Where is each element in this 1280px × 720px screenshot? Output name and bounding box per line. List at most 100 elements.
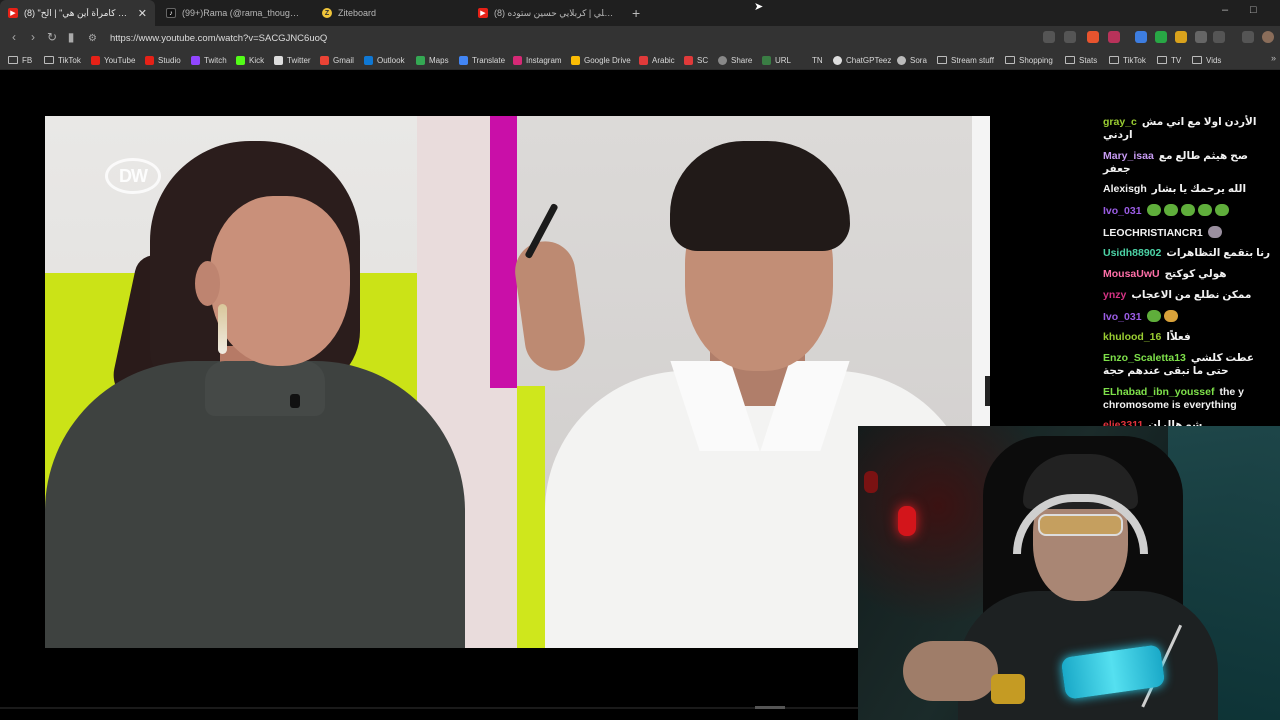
- extension-icon[interactable]: [1175, 31, 1187, 43]
- sc-icon: [684, 55, 693, 65]
- tab-title: Ziteboard: [338, 8, 377, 18]
- bookmark-tiktok[interactable]: TikTok: [44, 53, 81, 67]
- folder-icon: [1192, 56, 1202, 64]
- chat-message: ynzy ممكن نطلع من الاعجاب: [1103, 289, 1273, 302]
- youtube-icon: ▶: [8, 8, 18, 18]
- media-icon[interactable]: [1242, 31, 1254, 43]
- youtube-icon: [91, 55, 100, 65]
- tab-ziteboard[interactable]: Z Ziteboard: [314, 0, 464, 26]
- reload-icon[interactable]: ↻: [44, 30, 60, 44]
- bookmark-stats[interactable]: Stats: [1065, 53, 1097, 67]
- bookmark-label: ChatGPTeez: [846, 55, 892, 65]
- brave-shield-icon[interactable]: [1087, 31, 1099, 43]
- bookmark-label: URL: [775, 55, 792, 65]
- dw-logo: DW: [105, 158, 161, 194]
- progress-marker[interactable]: [755, 706, 785, 709]
- chat-message: Mary_isaa صح هيثم طالع مع جعفر: [1103, 150, 1273, 176]
- forward-icon[interactable]: ›: [25, 30, 41, 44]
- bookmark-tn[interactable]: TN: [812, 53, 823, 67]
- progress-track[interactable]: [0, 707, 858, 709]
- bookmark-vids[interactable]: Vids: [1192, 53, 1221, 67]
- bookmark-google-drive[interactable]: Google Drive: [571, 53, 631, 67]
- bookmark-twitter[interactable]: Twitter: [274, 53, 311, 67]
- chat-text: الله يرحمك يا بشار: [1151, 183, 1247, 196]
- share-icon[interactable]: [1064, 31, 1076, 43]
- bookmark-label: Kick: [249, 55, 265, 65]
- kick-icon: [236, 55, 245, 65]
- video-player[interactable]: DW: [45, 116, 990, 648]
- chat-username: Ivo_031: [1103, 310, 1142, 323]
- chat-username: Ivo_031: [1103, 205, 1142, 218]
- extension-icon[interactable]: [1135, 31, 1147, 43]
- bookmark-icon[interactable]: ▮: [63, 30, 79, 44]
- bookmark-twitch[interactable]: Twitch: [191, 53, 227, 67]
- maximize-button[interactable]: □: [1250, 4, 1257, 16]
- emote-icon: [1197, 204, 1212, 217]
- presenter-woman-ear: [195, 261, 220, 306]
- presenter-woman-face: [210, 196, 350, 366]
- bookmark-fb[interactable]: FB: [8, 53, 32, 67]
- chat-username: Usidh88902: [1103, 247, 1162, 260]
- folder-icon: [44, 56, 54, 64]
- bookmark-instagram[interactable]: Instagram: [513, 53, 562, 67]
- folder-icon: [1109, 56, 1119, 64]
- bookmark-tv[interactable]: TV: [1157, 53, 1181, 67]
- emote-icon: [1146, 309, 1161, 322]
- youtube-studio-icon: [145, 55, 154, 65]
- translate-icon: [459, 55, 468, 65]
- bookmark-maps[interactable]: Maps: [416, 53, 449, 67]
- ziteboard-icon: Z: [322, 8, 332, 18]
- bookmark-outlook[interactable]: Outlook: [364, 53, 405, 67]
- chat-message: Usidh88902 رنا بتقمع التظاهرات: [1103, 247, 1273, 260]
- bookmark-label: Stream stuff: [951, 55, 994, 65]
- url-icon: [762, 55, 771, 65]
- bookmark-tiktok-folder[interactable]: TikTok: [1109, 53, 1146, 67]
- tab-tiktok[interactable]: ♪ (99+)Rama (@rama_thoughts) | TikTo...: [158, 0, 308, 26]
- tab-youtube-current[interactable]: ▶ (8) "حقوقي كامرأة أين هي" | الح... ✕: [0, 0, 155, 26]
- bookmark-label: Sora: [910, 55, 927, 65]
- extension-icon[interactable]: [1155, 31, 1167, 43]
- address-bar[interactable]: ⚙ https://www.youtube.com/watch?v=SACGJN…: [88, 29, 1028, 47]
- sora-icon: [897, 55, 906, 65]
- more-bookmarks-icon[interactable]: »: [1271, 53, 1276, 63]
- bookmark-sora[interactable]: Sora: [897, 53, 927, 67]
- presenter-woman-collar: [205, 361, 325, 416]
- minimize-button[interactable]: –: [1222, 4, 1228, 16]
- tiktok-icon: ♪: [166, 8, 176, 18]
- chat-text: فعلاًا: [1166, 331, 1191, 344]
- maps-icon: [416, 55, 425, 65]
- sidebar-icon[interactable]: [1213, 31, 1225, 43]
- chat-text: ممكن نطلع من الاعجاب: [1131, 288, 1252, 301]
- profile-avatar[interactable]: [1262, 31, 1274, 43]
- studio-edge-mark: [985, 376, 990, 406]
- bookmarks-bar: FB TikTok YouTube Studio Twitch Kick Twi…: [0, 50, 1280, 70]
- back-icon[interactable]: ‹: [6, 30, 22, 44]
- glasses-icon: [1038, 514, 1123, 536]
- bookmark-gmail[interactable]: Gmail: [320, 53, 354, 67]
- bookmark-stream-stuff[interactable]: Stream stuff: [937, 53, 994, 67]
- bookmark-chatgpteez[interactable]: ChatGPTeez: [833, 53, 891, 67]
- bookmark-translate[interactable]: Translate: [459, 53, 505, 67]
- bookmark-url[interactable]: URL: [762, 53, 791, 67]
- bookmark-sc[interactable]: SC: [684, 53, 708, 67]
- brave-rewards-icon[interactable]: [1108, 31, 1120, 43]
- lime-stripe: [517, 386, 545, 648]
- site-info-icon[interactable]: ⚙: [88, 33, 102, 44]
- new-tab-button[interactable]: +: [632, 5, 640, 21]
- bookmark-label: FB: [22, 55, 33, 65]
- bookmark-label: Share: [731, 55, 753, 65]
- bookmark-kick[interactable]: Kick: [236, 53, 264, 67]
- extensions-puzzle-icon[interactable]: [1195, 31, 1207, 43]
- close-tab-icon[interactable]: ✕: [132, 7, 147, 20]
- chat-message: Enzo_Scaletta13 عطت كلشي حتى ما تبقى عنده…: [1103, 352, 1273, 378]
- tab-youtube-other[interactable]: ▶ (8) تيار علي | كربلايي حسين ستوده ...: [470, 0, 625, 26]
- bookmark-shopping[interactable]: Shopping: [1005, 53, 1053, 67]
- cast-icon[interactable]: [1043, 31, 1055, 43]
- presenter-woman-earring: [218, 304, 227, 354]
- folder-icon: [8, 56, 18, 64]
- bookmark-arabic[interactable]: Arabic: [639, 53, 675, 67]
- bookmark-studio[interactable]: Studio: [145, 53, 181, 67]
- bookmark-label: TV: [1171, 55, 1182, 65]
- bookmark-share[interactable]: Share: [718, 53, 752, 67]
- bookmark-youtube[interactable]: YouTube: [91, 53, 135, 67]
